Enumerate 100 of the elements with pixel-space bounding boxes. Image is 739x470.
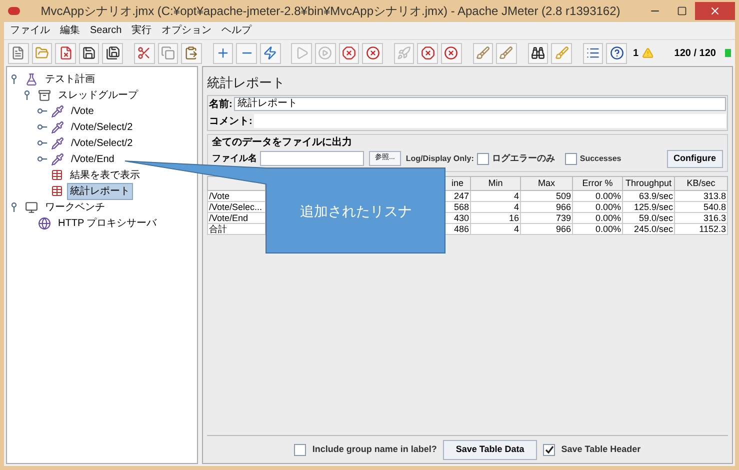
callout-text: 追加されたリスナ [299, 202, 413, 221]
list-icon[interactable] [582, 42, 604, 64]
menu-item[interactable]: Search [90, 23, 122, 38]
globe-icon [38, 216, 51, 230]
clear-all-icon[interactable] [496, 42, 517, 64]
table-cell: 966 [520, 224, 572, 234]
menu-item[interactable]: 編集 [60, 23, 80, 38]
new-file-icon[interactable] [8, 42, 29, 64]
tree-item[interactable]: ワークベンチ [42, 198, 108, 216]
table-cell: 4 [470, 224, 520, 234]
configure-button[interactable]: Configure [666, 150, 723, 168]
table-cell: 4 [470, 190, 520, 202]
collapse-icon[interactable] [236, 42, 257, 64]
name-label: 名前: [209, 98, 232, 112]
file-name-label: ファイル名 [212, 152, 257, 165]
tree-item[interactable]: テスト計画 [42, 70, 98, 88]
workbench-icon [25, 200, 38, 214]
include-group-label: Include group name in label? [312, 442, 437, 456]
table-cell: 509 [520, 190, 572, 202]
remote-stop-icon[interactable] [417, 42, 438, 64]
menu-item[interactable]: オプション [162, 23, 212, 38]
checkbox[interactable] [294, 444, 306, 456]
column-header[interactable]: Min [470, 176, 520, 190]
status-indicator [725, 49, 731, 57]
start-no-pause-icon[interactable] [315, 42, 336, 64]
checkbox[interactable] [476, 152, 489, 164]
table-cell: 0.00% [572, 224, 622, 234]
tree-item[interactable]: 結果を表で表示 [67, 166, 143, 184]
pipette-icon [51, 120, 64, 134]
menu-item[interactable]: ファイル [10, 23, 50, 38]
search-icon[interactable] [528, 42, 548, 64]
errors-only-label: ログエラーのみ [492, 152, 555, 165]
successes-label: Successes [580, 152, 622, 164]
tree-item[interactable]: 統計レポート [67, 182, 133, 200]
tree-item[interactable]: スレッドグループ [55, 86, 141, 104]
save-header-label: Save Table Header [561, 442, 641, 456]
save-table-data-button[interactable]: Save Table Data [442, 440, 538, 460]
menu-item[interactable]: 実行 [132, 23, 152, 38]
file-name-field[interactable] [260, 151, 364, 166]
window-title: MvcAppシナリオ.jmx (C:¥opt¥apache-jmeter-2.8¥bin¥MvcAppシナリオ.jmx) - Apache JMeter (2.8 r1393162) [40, 3, 622, 20]
pipette-icon [51, 136, 64, 150]
table-cell: 0.00% [572, 202, 622, 212]
column-header[interactable]: Throughput [622, 176, 674, 190]
table-cell: 540.8 [674, 202, 728, 212]
collapsed-handle-icon[interactable] [37, 106, 47, 116]
column-header[interactable]: Error % [572, 176, 622, 190]
expand-icon[interactable] [212, 42, 234, 64]
stop-icon[interactable] [338, 42, 360, 64]
tree-item[interactable]: /Vote/Select/2 [68, 134, 136, 152]
pipette-icon [51, 152, 64, 166]
tree-item[interactable]: /Vote/Select/2 [68, 118, 136, 136]
table-cell: 316.3 [674, 212, 728, 224]
shutdown-icon[interactable] [362, 42, 383, 64]
table-cell: 16 [470, 212, 520, 224]
help-icon[interactable] [606, 42, 627, 64]
paste-icon[interactable] [181, 42, 202, 64]
flask-icon [25, 72, 38, 86]
column-header[interactable]: KB/sec [674, 176, 728, 190]
comment-label: コメント: [209, 114, 252, 128]
name-field[interactable]: 統計レポート [234, 97, 726, 111]
check-icon [544, 445, 554, 454]
tree-item[interactable]: HTTP プロキシサーバ [55, 214, 160, 232]
panel-title: 統計レポート [207, 74, 286, 92]
menu-item[interactable]: ヘルプ [222, 23, 252, 38]
warning-count: 1 [632, 46, 639, 60]
save-as-icon[interactable] [102, 42, 124, 64]
table-cell: 739 [520, 212, 572, 224]
checkbox[interactable] [564, 152, 577, 164]
clear-icon[interactable] [472, 42, 494, 64]
close-button[interactable] [695, 2, 735, 20]
pipette-icon [51, 104, 64, 118]
table-cell: 0.00% [572, 190, 622, 202]
save-icon[interactable] [78, 42, 100, 64]
table-cell: 0.00% [572, 212, 622, 224]
collapsed-handle-icon[interactable] [37, 122, 47, 132]
cut-icon[interactable] [134, 42, 155, 64]
close-icon [709, 5, 721, 17]
log-display-label: Log/Display Only: [406, 152, 474, 164]
maximize-icon[interactable] [677, 6, 687, 16]
table-cell: 245.0/sec [622, 224, 674, 234]
table-cell: 125.9/sec [622, 202, 674, 212]
checkbox[interactable] [543, 444, 556, 456]
tree-item[interactable]: /Vote/End [68, 150, 118, 168]
table-cell: 63.9/sec [622, 190, 674, 202]
tree-item[interactable]: /Vote [68, 102, 97, 120]
folder-icon[interactable] [32, 42, 52, 64]
table-cell: 4 [470, 202, 520, 212]
group-title: 全てのデータをファイルに出力 [212, 136, 353, 150]
collapsed-handle-icon[interactable] [37, 154, 47, 164]
table-cell: 966 [520, 202, 572, 212]
copy-icon[interactable] [158, 42, 178, 64]
comment-field[interactable] [254, 114, 726, 128]
collapsed-handle-icon[interactable] [37, 138, 47, 148]
table-cell: 1152.3 [674, 224, 728, 234]
table-cell: 313.8 [674, 190, 728, 202]
table-cell: 59.0/sec [622, 212, 674, 224]
thread-count: 120 / 120 [674, 46, 716, 60]
close-file-icon[interactable] [55, 42, 76, 64]
start-icon[interactable] [291, 42, 312, 64]
column-header[interactable]: Max [520, 176, 572, 190]
